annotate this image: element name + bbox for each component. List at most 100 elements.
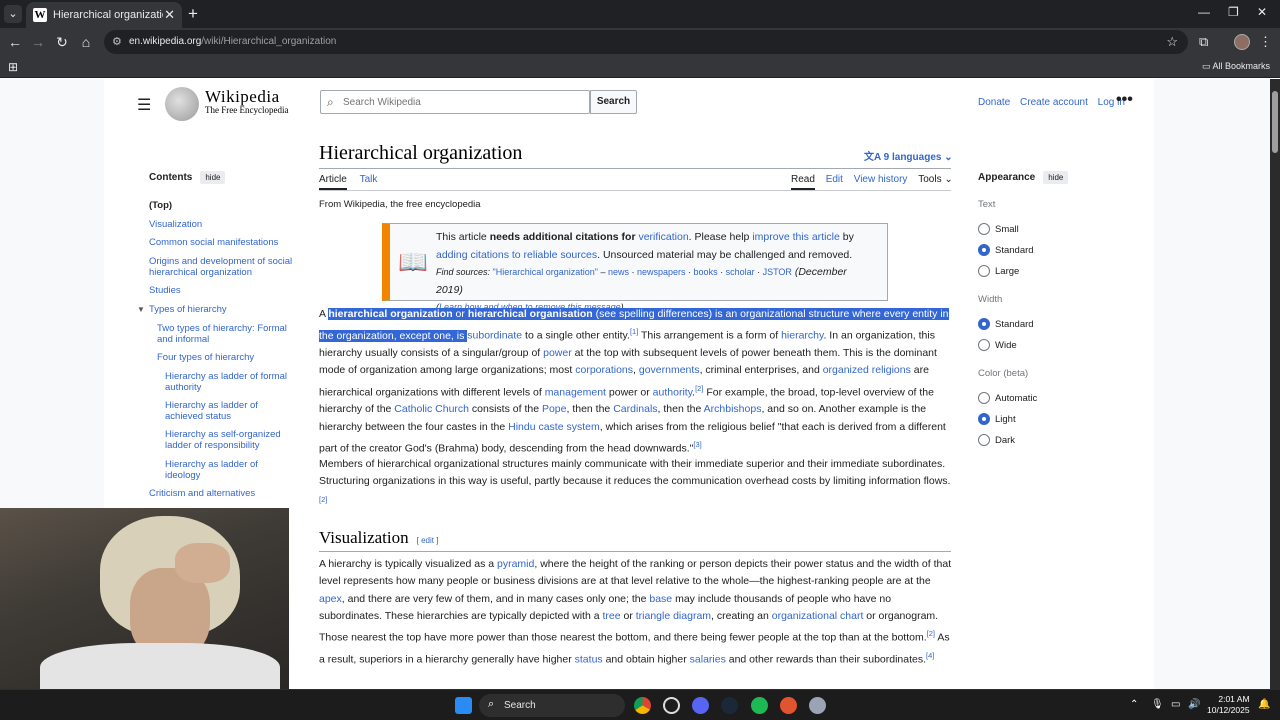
wikipedia-wordmark[interactable]: Wikipedia	[205, 87, 280, 107]
close-window-icon[interactable]: ✕	[1257, 5, 1267, 19]
more-options-icon[interactable]: •••	[1116, 91, 1133, 109]
corporations-link[interactable]: corporations	[575, 364, 633, 376]
settings-taskbar-icon[interactable]	[809, 697, 826, 714]
toc-item-two-types[interactable]: Two types of hierarchy: Formal and infor…	[157, 323, 299, 345]
appearance-hide-button[interactable]: hide	[1043, 171, 1069, 184]
volume-icon[interactable]: 🔊	[1188, 699, 1200, 710]
toc-item-ideology[interactable]: Hierarchy as ladder of ideology	[165, 459, 285, 481]
toc-item-achieved-status[interactable]: Hierarchy as ladder of achieved status	[165, 400, 285, 422]
improve-article-link[interactable]: improve this article	[752, 231, 840, 243]
chrome-menu-icon[interactable]: ⋮	[1259, 34, 1272, 50]
hindu-caste-link[interactable]: Hindu caste system	[508, 421, 600, 433]
management-link[interactable]: management	[545, 386, 606, 398]
scrollbar-thumb[interactable]	[1272, 91, 1278, 153]
search-button[interactable]: Search	[590, 90, 637, 114]
wikipedia-globe-logo[interactable]	[165, 87, 199, 121]
bookmark-star-icon[interactable]: ☆	[1166, 34, 1178, 50]
hierarchy-link[interactable]: hierarchy	[781, 330, 823, 342]
home-icon[interactable]: ⌂	[76, 32, 96, 52]
steam-taskbar-icon[interactable]	[721, 697, 738, 714]
tab-view-history[interactable]: View history	[854, 174, 908, 185]
chrome-taskbar-icon[interactable]	[634, 697, 651, 714]
tab-article[interactable]: Article	[319, 174, 347, 190]
pope-link[interactable]: Pope	[542, 403, 567, 415]
tab-search-icon[interactable]: ⌄	[4, 5, 22, 23]
tab-read[interactable]: Read	[791, 174, 815, 190]
toc-item-types[interactable]: Types of hierarchy	[149, 304, 227, 315]
verification-link[interactable]: verification	[638, 231, 688, 243]
address-bar[interactable]: ⚙ en.wikipedia.org/wiki/Hierarchical_org…	[104, 30, 1188, 54]
site-info-icon[interactable]: ⚙	[112, 35, 122, 48]
main-menu-icon[interactable]: ☰	[137, 95, 151, 115]
news-link[interactable]: news	[608, 267, 629, 277]
extensions-icon[interactable]: ⧉	[1199, 34, 1208, 50]
taskbar-clock[interactable]: 2:01 AM 10/12/2025	[1207, 694, 1250, 716]
ref-4[interactable]: [4]	[926, 651, 934, 660]
page-scrollbar[interactable]	[1270, 79, 1280, 689]
salaries-link[interactable]: salaries	[690, 653, 726, 665]
tab-edit[interactable]: Edit	[826, 174, 843, 185]
jstor-link[interactable]: JSTOR	[763, 267, 792, 277]
toc-item-formal-authority[interactable]: Hierarchy as ladder of formal authority	[165, 371, 295, 393]
ref-3[interactable]: [3]	[693, 440, 701, 449]
minimize-icon[interactable]: —	[1198, 5, 1210, 19]
governments-link[interactable]: governments	[639, 364, 700, 376]
active-tab[interactable]: W Hierarchical organization - Wiki ✕	[26, 2, 182, 28]
spotify-taskbar-icon[interactable]	[751, 697, 768, 714]
restore-icon[interactable]: ❐	[1228, 5, 1239, 19]
create-account-link[interactable]: Create account	[1020, 97, 1088, 108]
base-link[interactable]: base	[649, 593, 672, 605]
toc-item-studies[interactable]: Studies	[149, 285, 181, 296]
organizational-chart-link[interactable]: organizational chart	[772, 610, 864, 622]
discord-taskbar-icon[interactable]	[692, 697, 709, 714]
close-tab-icon[interactable]: ✕	[164, 7, 175, 23]
url-text[interactable]: en.wikipedia.org/wiki/Hierarchical_organ…	[129, 36, 336, 47]
books-link[interactable]: books	[694, 267, 718, 277]
tree-link[interactable]: tree	[602, 610, 620, 622]
app-taskbar-icon[interactable]	[780, 697, 797, 714]
forward-icon[interactable]: →	[28, 32, 48, 52]
status-link[interactable]: status	[575, 653, 603, 665]
toc-item-common-social[interactable]: Common social manifestations	[149, 237, 278, 248]
obs-taskbar-icon[interactable]	[663, 697, 680, 714]
scholar-link[interactable]: scholar	[726, 267, 755, 277]
tab-talk[interactable]: Talk	[360, 174, 378, 185]
organized-religions-link[interactable]: organized religions	[823, 364, 911, 376]
taskbar-search[interactable]: ⌕ Search	[479, 694, 625, 717]
tab-tools[interactable]: Tools ⌄	[918, 174, 953, 185]
back-icon[interactable]: ←	[5, 32, 25, 52]
new-tab-icon[interactable]: +	[188, 4, 198, 24]
notification-icon[interactable]: 🔔	[1258, 699, 1270, 710]
donate-link[interactable]: Donate	[978, 97, 1010, 108]
adding-citations-link[interactable]: adding citations to reliable sources	[436, 249, 597, 261]
archbishops-link[interactable]: Archbishops	[704, 403, 762, 415]
search-input[interactable]	[343, 93, 583, 111]
ref-2c[interactable]: [2]	[927, 629, 935, 638]
toc-item-four-types[interactable]: Four types of hierarchy	[157, 352, 254, 363]
reload-icon[interactable]: ↻	[52, 32, 72, 52]
power-link[interactable]: power	[543, 347, 572, 359]
toc-item-top[interactable]: (Top)	[149, 200, 172, 211]
microphone-icon[interactable]: 🎙	[1151, 699, 1164, 710]
edit-section-link[interactable]: edit	[421, 536, 434, 545]
profile-avatar[interactable]	[1234, 34, 1250, 50]
windows-start-icon[interactable]	[455, 697, 472, 714]
ref-2b[interactable]: [2]	[319, 495, 327, 504]
find-sources-query-link[interactable]: "Hierarchical organization"	[493, 267, 598, 277]
toc-hide-button[interactable]: hide	[200, 171, 226, 184]
toc-collapse-chevron-icon[interactable]: ▼	[137, 305, 145, 314]
apex-link[interactable]: apex	[319, 593, 342, 605]
language-button[interactable]: 文A 9 languages ⌄	[864, 148, 953, 163]
toc-item-criticism[interactable]: Criticism and alternatives	[149, 488, 255, 499]
tray-chevron-icon[interactable]: ⌃	[1130, 699, 1138, 710]
apps-grid-icon[interactable]: ⊞	[8, 60, 18, 74]
catholic-church-link[interactable]: Catholic Church	[394, 403, 469, 415]
all-bookmarks-button[interactable]: ▭ All Bookmarks	[1202, 61, 1270, 72]
network-icon[interactable]: ▭	[1171, 699, 1180, 710]
toc-item-origins[interactable]: Origins and development of social hierar…	[149, 256, 299, 278]
toc-item-visualization[interactable]: Visualization	[149, 219, 202, 230]
toc-item-self-organized[interactable]: Hierarchy as self-organized ladder of re…	[165, 429, 295, 451]
cardinals-link[interactable]: Cardinals	[613, 403, 657, 415]
pyramid-link[interactable]: pyramid	[497, 558, 534, 570]
search-box[interactable]: ⌕	[320, 90, 590, 114]
